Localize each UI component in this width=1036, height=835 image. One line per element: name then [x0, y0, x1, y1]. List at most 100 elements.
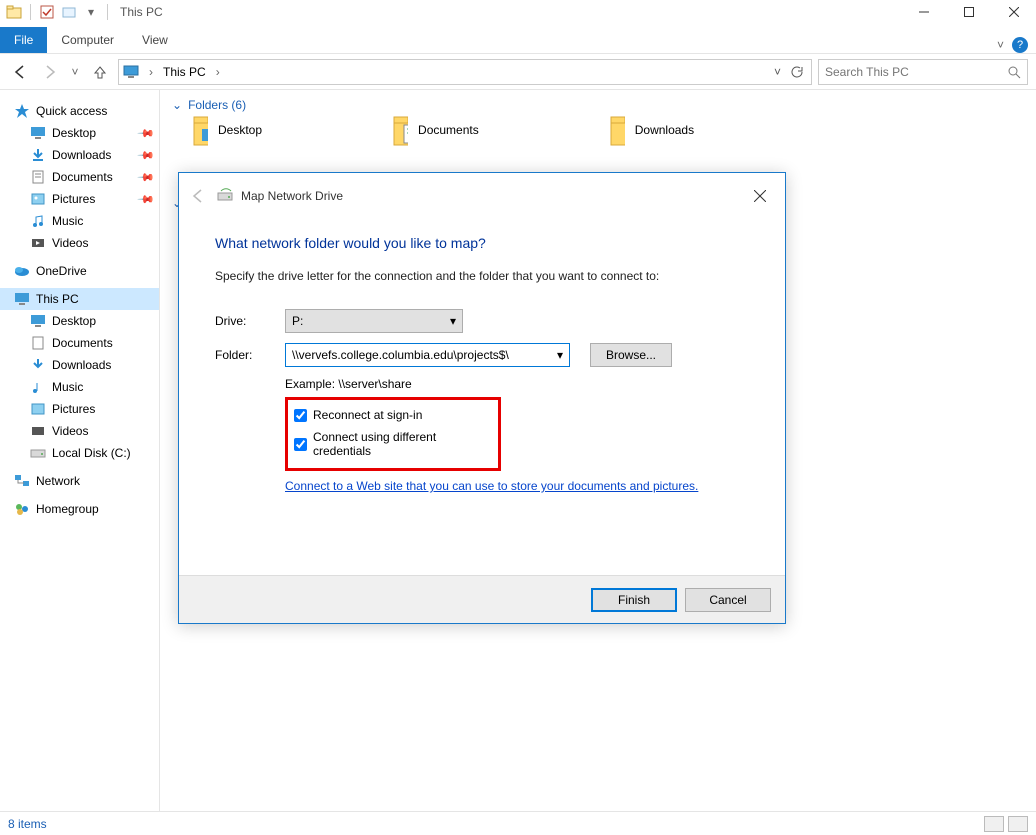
sidebar-label: Videos: [52, 424, 88, 438]
sidebar-this-pc[interactable]: This PC: [0, 288, 159, 310]
this-pc-icon: [14, 291, 30, 307]
up-button[interactable]: [88, 60, 112, 84]
close-button[interactable]: [991, 0, 1036, 24]
sidebar-item-documents[interactable]: Documents: [0, 332, 159, 354]
sidebar-label: Documents: [52, 336, 113, 350]
qat-properties-icon[interactable]: [39, 4, 55, 20]
help-icon[interactable]: ?: [1012, 37, 1028, 53]
desktop-icon: [30, 125, 46, 141]
finish-button[interactable]: Finish: [591, 588, 677, 612]
drive-icon: [30, 445, 46, 461]
drive-label: Drive:: [215, 314, 285, 328]
folder-documents[interactable]: Documents: [392, 122, 479, 138]
cancel-button[interactable]: Cancel: [685, 588, 771, 612]
different-credentials-label[interactable]: Connect using different credentials: [313, 430, 492, 458]
drive-network-icon: [217, 188, 233, 204]
sidebar-item-music[interactable]: Music: [0, 210, 159, 232]
sidebar-label: Music: [52, 214, 83, 228]
status-item-count: 8 items: [8, 817, 47, 831]
address-segment[interactable]: This PC: [163, 65, 206, 79]
homegroup-icon: [14, 501, 30, 517]
reconnect-checkbox[interactable]: [294, 409, 307, 422]
folder-desktop[interactable]: Desktop: [192, 122, 262, 138]
address-dropdown-icon[interactable]: ˅: [774, 65, 781, 79]
search-icon[interactable]: [1007, 65, 1021, 79]
sidebar-label: OneDrive: [36, 264, 87, 278]
network-icon: [14, 473, 30, 489]
different-credentials-checkbox[interactable]: [294, 438, 307, 451]
view-large-icons-button[interactable]: [1008, 816, 1028, 832]
reconnect-label[interactable]: Reconnect at sign-in: [313, 408, 422, 422]
pin-icon: 📌: [137, 146, 156, 165]
downloads-icon: [30, 147, 46, 163]
address-bar[interactable]: › This PC › ˅: [118, 59, 812, 85]
sidebar-item-videos[interactable]: Videos: [0, 232, 159, 254]
dialog-close-button[interactable]: [745, 181, 775, 211]
tab-computer[interactable]: Computer: [47, 27, 128, 53]
sidebar-label: Network: [36, 474, 80, 488]
search-input[interactable]: [825, 65, 995, 79]
sidebar-homegroup[interactable]: Homegroup: [0, 498, 159, 520]
sidebar-item-videos[interactable]: Videos: [0, 420, 159, 442]
section-title: Folders (6): [188, 98, 246, 112]
sidebar-item-desktop[interactable]: Desktop: [0, 310, 159, 332]
sidebar-network[interactable]: Network: [0, 470, 159, 492]
forward-button[interactable]: [38, 60, 62, 84]
sidebar-item-downloads[interactable]: Downloads: [0, 354, 159, 376]
browse-button[interactable]: Browse...: [590, 343, 672, 367]
drive-dropdown[interactable]: P: ▾: [285, 309, 463, 333]
sidebar-label: Documents: [52, 170, 113, 184]
dialog-heading: What network folder would you like to ma…: [215, 235, 749, 251]
sidebar-label: Pictures: [52, 192, 95, 206]
folder-label: Documents: [418, 123, 479, 137]
ribbon-tabs: File Computer View ˅ ?: [0, 24, 1036, 54]
recent-dropdown-icon[interactable]: ˅: [68, 60, 82, 84]
ribbon-expand-icon[interactable]: ˅: [997, 38, 1004, 52]
sidebar-quick-access[interactable]: Quick access: [0, 100, 159, 122]
sidebar-label: Local Disk (C:): [52, 446, 131, 460]
maximize-button[interactable]: [946, 0, 991, 24]
dialog-title: Map Network Drive: [241, 189, 343, 203]
minimize-button[interactable]: [901, 0, 946, 24]
search-box[interactable]: [818, 59, 1028, 85]
sidebar-item-downloads[interactable]: Downloads📌: [0, 144, 159, 166]
star-icon: [14, 103, 30, 119]
refresh-icon[interactable]: [785, 65, 807, 79]
tab-view[interactable]: View: [128, 27, 182, 53]
sidebar-item-music[interactable]: Music: [0, 376, 159, 398]
window-title: This PC: [120, 5, 163, 19]
sidebar-onedrive[interactable]: OneDrive: [0, 260, 159, 282]
folder-icon: [609, 122, 625, 138]
this-pc-icon: [123, 64, 139, 80]
sidebar-label: Videos: [52, 236, 88, 250]
folder-combobox[interactable]: \\vervefs.college.columbia.edu\projects$…: [285, 343, 570, 367]
window-titlebar: ▾ This PC: [0, 0, 1036, 24]
documents-icon: [30, 335, 46, 351]
chevron-right-icon[interactable]: ›: [212, 65, 224, 79]
tab-file[interactable]: File: [0, 27, 47, 53]
connect-website-link[interactable]: Connect to a Web site that you can use t…: [285, 479, 698, 493]
sidebar-item-desktop[interactable]: Desktop📌: [0, 122, 159, 144]
sidebar-label: Homegroup: [36, 502, 99, 516]
sidebar-item-pictures[interactable]: Pictures📌: [0, 188, 159, 210]
folders-section-header[interactable]: ⌄ Folders (6): [172, 98, 1024, 112]
qat-dropdown-icon[interactable]: ▾: [83, 4, 99, 20]
sidebar-item-pictures[interactable]: Pictures: [0, 398, 159, 420]
back-button[interactable]: [8, 60, 32, 84]
sidebar-item-documents[interactable]: Documents📌: [0, 166, 159, 188]
qat-newfolder-icon[interactable]: [61, 4, 77, 20]
pictures-icon: [30, 191, 46, 207]
videos-icon: [30, 423, 46, 439]
dialog-back-button[interactable]: [189, 187, 207, 205]
sidebar-label: Quick access: [36, 104, 107, 118]
music-icon: [30, 379, 46, 395]
folder-downloads[interactable]: Downloads: [609, 122, 694, 138]
status-bar: 8 items: [0, 811, 1036, 835]
sidebar-item-local-disk[interactable]: Local Disk (C:): [0, 442, 159, 464]
folder-icon: [392, 122, 408, 138]
chevron-right-icon[interactable]: ›: [145, 65, 157, 79]
view-details-button[interactable]: [984, 816, 1004, 832]
chevron-down-icon: ▾: [557, 348, 563, 362]
sidebar-label: Desktop: [52, 314, 96, 328]
chevron-down-icon: ⌄: [172, 98, 182, 112]
